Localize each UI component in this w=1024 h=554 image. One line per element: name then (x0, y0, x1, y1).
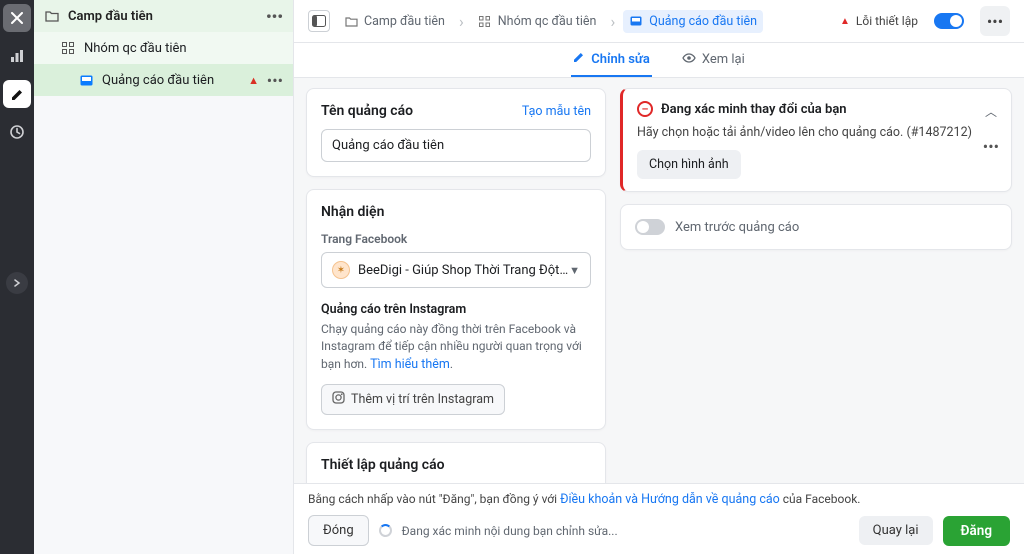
alert-title: Đang xác minh thay đổi của bạn (661, 102, 847, 117)
chevron-up-icon[interactable]: ︿ (985, 103, 997, 120)
tab-bar: Chỉnh sửa Xem lại (294, 43, 1024, 78)
chip-label: Thêm vị trí trên Instagram (351, 392, 494, 407)
grid-icon (478, 14, 492, 28)
crumb-label: Nhóm qc đầu tiên (498, 14, 597, 29)
instagram-heading: Quảng cáo trên Instagram (321, 302, 591, 317)
ad-icon (629, 14, 643, 28)
clock-icon[interactable] (3, 118, 31, 146)
more-icon[interactable]: ••• (980, 6, 1010, 36)
page-avatar-icon: ✶ (332, 261, 350, 279)
setup-error-chip[interactable]: ▲ Lỗi thiết lập (840, 14, 918, 28)
spinner-icon (379, 524, 392, 537)
folder-icon (44, 8, 60, 24)
page-label: Trang Facebook (321, 232, 591, 246)
tab-edit[interactable]: Chỉnh sửa (571, 43, 652, 77)
tab-label: Xem lại (702, 52, 745, 67)
identity-card: Nhận diện Trang Facebook ✶ BeeDigi - Giú… (306, 189, 606, 430)
crumb-adset[interactable]: Nhóm qc đầu tiên (472, 10, 603, 33)
preview-toggle[interactable] (635, 219, 665, 235)
form-column: Tên quảng cáo Tạo mẫu tên Nhận diện Tran… (306, 88, 606, 483)
tree-ad-label: Quảng cáo đầu tiên (102, 73, 214, 88)
ad-setup-card: Thiết lập quảng cáo Tạo quảng cáo ▼ Định… (306, 442, 606, 483)
chart-icon[interactable] (3, 42, 31, 70)
preview-label: Xem trước quảng cáo (675, 220, 799, 235)
crumb-ad[interactable]: Quảng cáo đầu tiên (623, 10, 763, 33)
publish-button[interactable]: Đăng (943, 516, 1010, 546)
panel-toggle-icon[interactable] (308, 10, 330, 32)
more-icon[interactable]: ••• (983, 137, 999, 156)
grid-icon (60, 40, 76, 56)
more-icon[interactable]: ••• (266, 7, 283, 26)
structure-tree: Camp đầu tiên ••• Nhóm qc đầu tiên Quảng… (34, 0, 294, 554)
error-text: Lỗi thiết lập (856, 14, 918, 28)
footer: Bằng cách nhấp vào nút "Đăng", bạn đồng … (294, 483, 1024, 554)
tree-adset[interactable]: Nhóm qc đầu tiên (34, 32, 293, 64)
card-title: Nhận diện (321, 204, 591, 220)
tree-adset-label: Nhóm qc đầu tiên (84, 41, 187, 56)
error-circle-icon: – (637, 101, 653, 117)
content-scroll[interactable]: Tên quảng cáo Tạo mẫu tên Nhận diện Tran… (294, 78, 1024, 483)
tab-label: Chỉnh sửa (591, 52, 650, 67)
topbar: Camp đầu tiên › Nhóm qc đầu tiên › Quảng… (294, 0, 1024, 43)
more-icon[interactable]: ••• (267, 71, 283, 90)
validation-alert: – Đang xác minh thay đổi của bạn ︿ Hãy c… (620, 88, 1012, 192)
terms-note: Bằng cách nhấp vào nút "Đăng", bạn đồng … (308, 492, 1010, 507)
instagram-description: Chạy quảng cáo này đồng thời trên Facebo… (321, 321, 591, 374)
folder-icon (344, 14, 358, 28)
ad-name-input[interactable] (321, 129, 591, 162)
side-column: – Đang xác minh thay đổi của bạn ︿ Hãy c… (620, 88, 1012, 483)
crumb-label: Camp đầu tiên (364, 14, 445, 29)
instagram-icon (332, 391, 345, 408)
close-button[interactable]: Đóng (308, 515, 369, 546)
tree-ad[interactable]: Quảng cáo đầu tiên ▲ ••• (34, 64, 293, 96)
ad-preview-card: Xem trước quảng cáo (620, 204, 1012, 250)
add-instagram-button[interactable]: Thêm vị trí trên Instagram (321, 384, 505, 415)
tree-campaign-label: Camp đầu tiên (68, 9, 153, 24)
tree-campaign[interactable]: Camp đầu tiên ••• (34, 0, 293, 32)
pencil-icon[interactable] (3, 80, 31, 108)
main-area: Camp đầu tiên › Nhóm qc đầu tiên › Quảng… (294, 0, 1024, 554)
ad-name-card: Tên quảng cáo Tạo mẫu tên (306, 88, 606, 177)
close-icon[interactable] (3, 4, 31, 32)
expand-rail-icon[interactable] (6, 272, 28, 294)
pencil-icon (573, 51, 585, 67)
crumb-campaign[interactable]: Camp đầu tiên (338, 10, 451, 33)
app-rail (0, 0, 34, 554)
crumb-label: Quảng cáo đầu tiên (649, 14, 757, 29)
facebook-page-select[interactable]: ✶ BeeDigi - Giúp Shop Thời Trang Đột Phá… (321, 252, 591, 288)
eye-icon (682, 52, 696, 67)
ad-icon (78, 72, 94, 88)
chevron-down-icon: ▼ (569, 264, 580, 277)
warning-icon: ▲ (248, 74, 259, 87)
tab-review[interactable]: Xem lại (680, 43, 747, 77)
choose-image-button[interactable]: Chọn hình ảnh (637, 150, 741, 179)
name-template-link[interactable]: Tạo mẫu tên (522, 104, 591, 119)
warning-icon: ▲ (840, 16, 850, 27)
chevron-right-icon: › (459, 12, 464, 31)
page-value: BeeDigi - Giúp Shop Thời Trang Đột Phá D… (358, 263, 569, 278)
chevron-right-icon: › (610, 12, 615, 31)
terms-link[interactable]: Điều khoản và Hướng dẫn về quảng cáo (560, 492, 780, 507)
learn-more-link[interactable]: Tìm hiểu thêm (370, 357, 450, 372)
back-button[interactable]: Quay lại (859, 516, 933, 545)
status-toggle[interactable] (934, 13, 964, 29)
card-title: Tên quảng cáo (321, 103, 413, 119)
card-title: Thiết lập quảng cáo (321, 457, 591, 473)
alert-body: Hãy chọn hoặc tải ảnh/video lên cho quản… (637, 125, 997, 140)
validation-status: Đang xác minh nội dung bạn chỉnh sửa... (402, 524, 618, 538)
